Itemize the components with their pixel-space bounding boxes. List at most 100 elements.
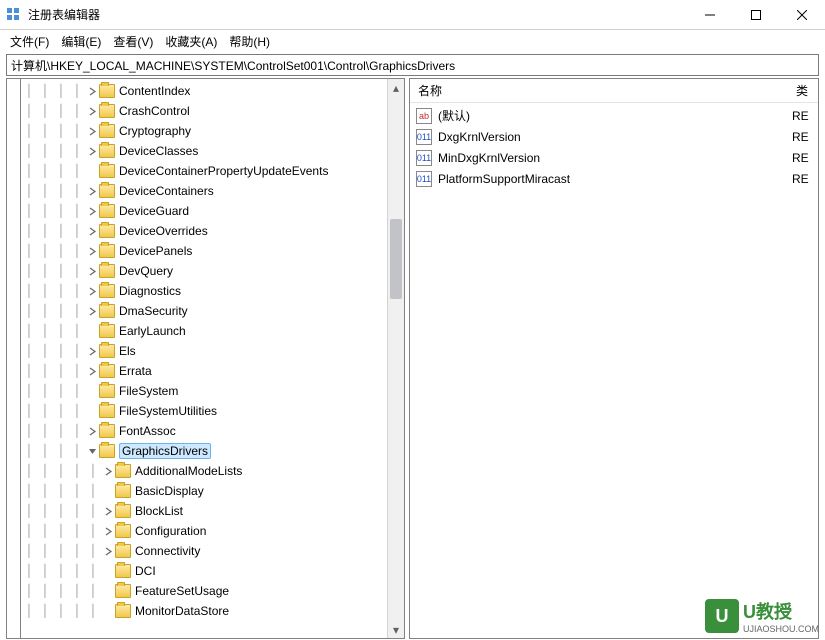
value-name: PlatformSupportMiracast [438,172,792,186]
value-name: (默认) [438,107,792,124]
col-type[interactable]: 类 [788,82,818,99]
expander-icon[interactable] [85,347,99,356]
expander-icon[interactable] [101,547,115,556]
menu-edit[interactable]: 编辑(E) [61,33,101,50]
value-row[interactable]: 011MinDxgKrnlVersionRE [410,147,818,168]
folder-icon [115,504,131,518]
menu-favorites[interactable]: 收藏夹(A) [165,33,217,50]
tree-pane[interactable]: ││││ContentIndex││││CrashControl││││Cryp… [20,78,405,639]
left-gutter [6,78,20,639]
folder-icon [115,604,131,618]
expander-icon[interactable] [85,127,99,136]
expander-icon[interactable] [85,87,99,96]
folder-icon [99,344,115,358]
list-header[interactable]: 名称 类 [410,79,818,103]
folder-icon [99,184,115,198]
tree-node-deviceoverrides[interactable]: ││││DeviceOverrides [21,221,404,241]
expander-icon[interactable] [85,147,99,156]
tree-node-errata[interactable]: ││││Errata [21,361,404,381]
app-icon [6,7,22,23]
tree-node-graphicsdrivers[interactable]: ││││GraphicsDrivers [21,441,404,461]
scroll-up-button[interactable]: ▴ [388,79,404,96]
value-type: RE [792,130,818,144]
tree-node-deviceguard[interactable]: ││││DeviceGuard [21,201,404,221]
tree-node-dmasecurity[interactable]: ││││DmaSecurity [21,301,404,321]
expander-icon[interactable] [85,427,99,436]
expander-icon[interactable] [85,187,99,196]
tree-node-filesystem[interactable]: ││││FileSystem [21,381,404,401]
expander-icon[interactable] [85,267,99,276]
expander-icon[interactable] [85,247,99,256]
tree-node-contentindex[interactable]: ││││ContentIndex [21,81,404,101]
folder-icon [115,584,131,598]
branding-logo: U U教授 UJIAOSHOU.COM [705,598,819,634]
tree-node-dci[interactable]: │││││DCI [21,561,404,581]
folder-icon [99,284,115,298]
menu-view[interactable]: 查看(V) [113,33,153,50]
folder-icon [115,524,131,538]
folder-icon [99,304,115,318]
tree-node-additionalmodelists[interactable]: │││││AdditionalModeLists [21,461,404,481]
folder-icon [99,144,115,158]
tree-node-cryptography[interactable]: ││││Cryptography [21,121,404,141]
folder-icon [99,364,115,378]
scroll-down-button[interactable]: ▾ [388,621,404,638]
tree-node-devicecontainers[interactable]: ││││DeviceContainers [21,181,404,201]
tree-node-devicecontainerpropertyupdateevents[interactable]: ││││DeviceContainerPropertyUpdateEvents [21,161,404,181]
expander-icon[interactable] [85,447,99,456]
close-button[interactable] [779,0,825,29]
tree-node-basicdisplay[interactable]: │││││BasicDisplay [21,481,404,501]
folder-icon [115,464,131,478]
window-title: 注册表编辑器 [28,6,687,23]
tree-node-monitordatastore[interactable]: │││││MonitorDataStore [21,601,404,621]
expander-icon[interactable] [85,107,99,116]
address-text: 计算机\HKEY_LOCAL_MACHINE\SYSTEM\ControlSet… [11,57,455,74]
tree-node-diagnostics[interactable]: ││││Diagnostics [21,281,404,301]
tree-node-deviceclasses[interactable]: ││││DeviceClasses [21,141,404,161]
value-row[interactable]: ab(默认)RE [410,105,818,126]
tree-scrollbar[interactable]: ▴ ▾ [387,79,404,638]
col-name[interactable]: 名称 [410,82,788,99]
tree-node-configuration[interactable]: │││││Configuration [21,521,404,541]
binary-value-icon: 011 [416,171,432,187]
minimize-button[interactable] [687,0,733,29]
value-row[interactable]: 011PlatformSupportMiracastRE [410,168,818,189]
values-pane[interactable]: 名称 类 ab (默认)RE011DxgKrnlVersionRE011MinDx… [409,78,819,639]
scroll-thumb[interactable] [390,219,402,299]
tree-node-earlylaunch[interactable]: ││││EarlyLaunch [21,321,404,341]
title-bar: 注册表编辑器 [0,0,825,30]
expander-icon[interactable] [85,227,99,236]
expander-icon[interactable] [101,507,115,516]
tree-node-fontassoc[interactable]: ││││FontAssoc [21,421,404,441]
string-value-icon: ab [416,108,432,124]
folder-icon [99,244,115,258]
tree-node-filesystemutilities[interactable]: ││││FileSystemUtilities [21,401,404,421]
folder-icon [99,104,115,118]
expander-icon[interactable] [85,307,99,316]
folder-icon [115,484,131,498]
tree-node-crashcontrol[interactable]: ││││CrashControl [21,101,404,121]
expander-icon[interactable] [85,287,99,296]
value-row[interactable]: 011DxgKrnlVersionRE [410,126,818,147]
expander-icon[interactable] [101,527,115,536]
tree-node-els[interactable]: ││││Els [21,341,404,361]
maximize-button[interactable] [733,0,779,29]
tree-node-devquery[interactable]: ││││DevQuery [21,261,404,281]
tree-node-featuresetusage[interactable]: │││││FeatureSetUsage [21,581,404,601]
tree-node-devicepanels[interactable]: ││││DevicePanels [21,241,404,261]
expander-icon[interactable] [101,467,115,476]
expander-icon[interactable] [85,367,99,376]
folder-icon [99,164,115,178]
tree-node-connectivity[interactable]: │││││Connectivity [21,541,404,561]
menu-help[interactable]: 帮助(H) [229,33,270,50]
tree-node-blocklist[interactable]: │││││BlockList [21,501,404,521]
address-bar[interactable]: 计算机\HKEY_LOCAL_MACHINE\SYSTEM\ControlSet… [6,54,819,76]
expander-icon[interactable] [85,207,99,216]
folder-icon [99,404,115,418]
folder-icon [99,444,115,458]
logo-badge: U [705,599,739,633]
binary-value-icon: 011 [416,129,432,145]
folder-icon [99,264,115,278]
menu-file[interactable]: 文件(F) [10,33,49,50]
folder-icon [115,544,131,558]
